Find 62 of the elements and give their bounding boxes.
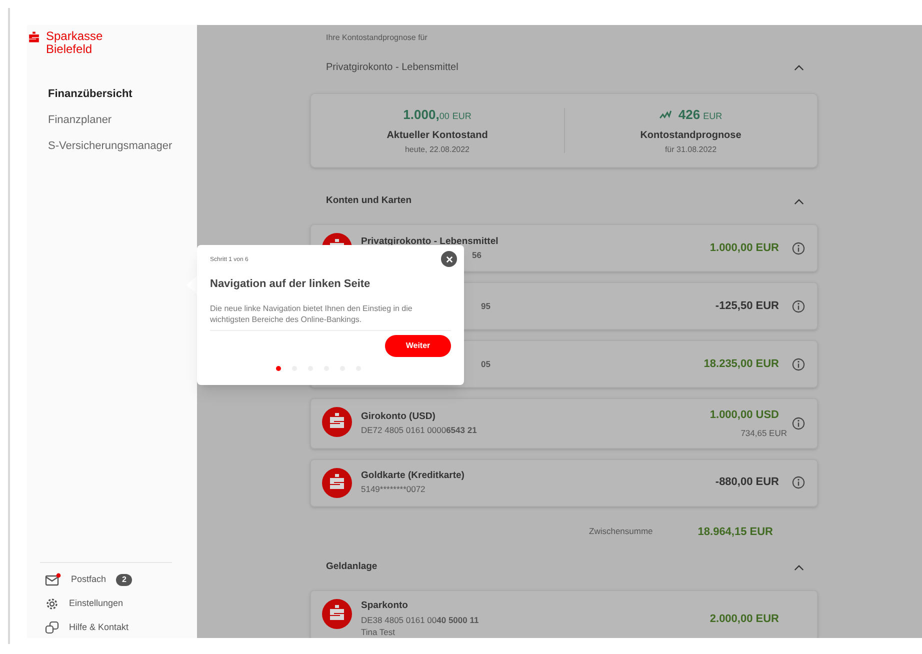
intro-text: Ihre Kontostandprognose für <box>326 32 428 44</box>
account-number: 05 <box>481 358 492 371</box>
sparkasse-logo-icon <box>322 599 352 630</box>
nav-item[interactable]: Finanzübersicht <box>48 87 197 102</box>
balance-date: heute, 22.08.2022 <box>404 144 470 156</box>
info-icon[interactable] <box>792 300 805 313</box>
account-balance: -880,00 EUR <box>715 475 779 490</box>
footer-link[interactable]: Hilfe & Kontakt <box>69 621 129 635</box>
balance-label: Kontostandprognose <box>640 128 742 143</box>
bank-name: Sparkasse Bielefeld <box>46 30 103 56</box>
balance-cents: 00 <box>439 110 450 124</box>
balance-amount: 426 <box>678 106 700 124</box>
account-number: DE38 4805 0161 0040 5000 11 <box>361 614 480 626</box>
account-name: Privatgirokonto - Lebensmittel <box>361 234 500 249</box>
footer-link[interactable]: Einstellungen <box>69 597 124 611</box>
account-number: 56 <box>472 249 482 262</box>
account-balance: 1.000,00 USD <box>710 408 779 424</box>
section-title: Konten und Karten <box>326 194 412 208</box>
section-title: Geldanlage <box>326 560 378 574</box>
converted-balance: 734,65 EUR <box>740 426 787 440</box>
account-number: DE72 4805 0161 00006543 21 <box>361 424 478 437</box>
account-name: Sparkonto <box>361 599 409 614</box>
close-icon[interactable] <box>446 256 452 262</box>
currency: EUR <box>703 110 722 124</box>
account-heading: Privatgirokonto - Lebensmittel <box>326 61 458 75</box>
nav-item[interactable]: S-Versicherungsmanager <box>48 139 197 154</box>
chat-bubbles-icon[interactable] <box>45 621 59 635</box>
chevron-up-icon[interactable] <box>794 64 804 71</box>
chevron-up-icon[interactable] <box>794 564 804 571</box>
info-icon[interactable] <box>792 242 805 255</box>
info-icon[interactable] <box>792 476 805 489</box>
count-badge: 2 <box>116 574 132 586</box>
account-name: Girokonto (USD) <box>361 410 436 424</box>
balance-date: für 31.08.2022 <box>664 144 717 156</box>
account-balance: 1.000,00 EUR <box>710 241 779 256</box>
sparkasse-logo-icon <box>27 31 41 45</box>
trend-icon <box>659 110 672 120</box>
subtotal-label: Zwischensumme <box>589 525 653 538</box>
footer-link[interactable]: Postfach <box>71 573 106 587</box>
account-balance: 2.000,00 EUR <box>710 612 779 627</box>
account-balance: -125,50 EUR <box>715 299 779 314</box>
balance-label: Aktueller Kontostand <box>386 128 488 143</box>
account-number: 95 <box>481 300 492 313</box>
nav-item[interactable]: Finanzplaner <box>48 113 197 128</box>
next-button[interactable]: Weiter <box>385 334 451 356</box>
info-icon[interactable] <box>792 416 805 430</box>
subtotal-amount: 18.964,15 EUR <box>698 524 773 540</box>
sparkasse-logo-icon <box>322 407 352 438</box>
balance-amount: 1.000, <box>403 106 440 124</box>
account-owner: Tina Test <box>361 626 396 638</box>
currency: EUR <box>452 110 472 124</box>
mail-icon[interactable] <box>45 573 61 587</box>
close-button[interactable] <box>441 251 457 267</box>
account-number: 5149********0072 <box>361 483 426 496</box>
account-balance: 18.235,00 EUR <box>704 357 779 372</box>
gear-icon[interactable] <box>45 597 59 611</box>
popup-title: Navigation auf der linken Seite <box>210 277 372 292</box>
popup-text: Die neue linke Navigation bietet Ihnen den Einstieg in die wichtigsten Bereiche des Online-Bankings. <box>210 302 451 330</box>
info-icon[interactable] <box>792 358 805 371</box>
sparkasse-logo-icon <box>322 468 352 498</box>
chevron-up-icon[interactable] <box>794 198 804 205</box>
account-name: Goldkarte (Kreditkarte) <box>361 469 466 483</box>
